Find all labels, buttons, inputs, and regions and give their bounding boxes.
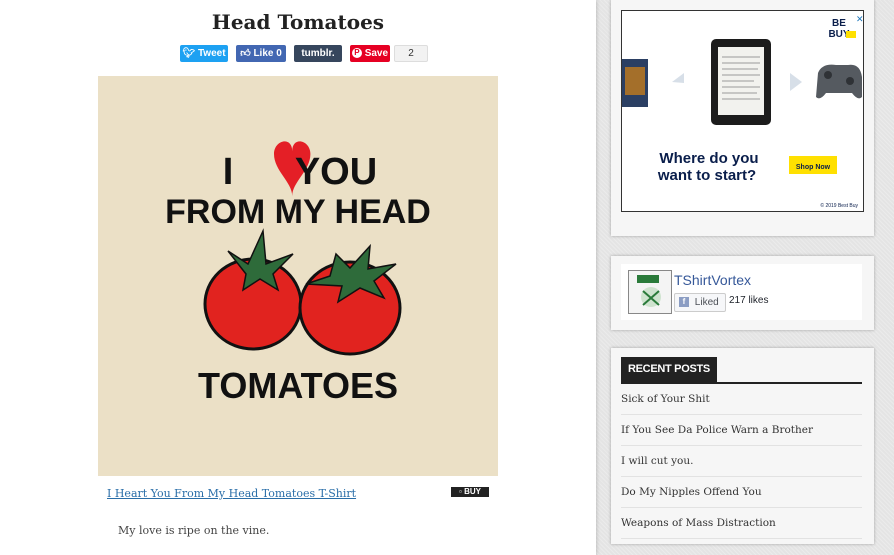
tweet-label: Tweet bbox=[197, 48, 226, 59]
art-line1-i: I bbox=[223, 151, 234, 193]
ad-widget: BE BUY ✕ Where do you want to start? Sho… bbox=[611, 0, 874, 236]
game-controller-image bbox=[816, 64, 862, 99]
thumbs-up-icon: 👍︎ bbox=[240, 48, 251, 59]
recent-posts-list: Sick of Your Shit If You See Da Police W… bbox=[621, 384, 862, 539]
page-name-link[interactable]: TShirtVortex bbox=[674, 272, 751, 288]
shop-now-label: Shop Now bbox=[796, 164, 831, 171]
ad-close-icon: ✕ bbox=[856, 14, 863, 24]
art-line1-you: YOU bbox=[295, 151, 377, 193]
tweet-button[interactable]: 🐦︎ Tweet bbox=[180, 45, 228, 62]
ad-headline-1: Where do you bbox=[659, 150, 758, 167]
avatar-image bbox=[637, 275, 661, 307]
recent-post-link[interactable]: Weapons of Mass Distraction bbox=[621, 508, 862, 539]
pin-count: 2 bbox=[394, 45, 428, 62]
carousel-right-icon bbox=[790, 73, 802, 91]
ad-headline-2: want to start? bbox=[657, 167, 756, 184]
pinterest-save-button[interactable]: P Save bbox=[350, 45, 390, 62]
pinterest-icon: P bbox=[351, 48, 362, 59]
recent-post-link[interactable]: I will cut you. bbox=[621, 446, 862, 477]
post-description: My love is ripe on the vine. bbox=[118, 524, 270, 537]
recent-posts-widget: RECENT POSTS Sick of Your Shit If You Se… bbox=[611, 348, 874, 544]
tumblr-button[interactable]: tumblr. bbox=[294, 45, 342, 62]
art-line2: FROM MY HEAD bbox=[165, 193, 431, 231]
like-label: Like 0 bbox=[253, 48, 282, 59]
carousel-left-icon bbox=[672, 73, 684, 83]
likes-count: 217 likes bbox=[729, 295, 769, 306]
facebook-widget: TShirtVortex f Liked 217 likes bbox=[611, 256, 874, 330]
cart-icon: ▫︎ bbox=[459, 487, 462, 496]
best-buy-ad[interactable]: BE BUY ✕ Where do you want to start? Sho… bbox=[621, 10, 864, 212]
tomatoes-artwork: I YOU FROM MY HEAD TOMATOES bbox=[165, 141, 431, 406]
recent-post-link[interactable]: Sick of Your Shit bbox=[621, 384, 862, 415]
post-column: Head Tomatoes 🐦︎ Tweet 👍︎ Like 0 tumblr.… bbox=[0, 0, 596, 555]
twitter-bird-icon: 🐦︎ bbox=[182, 48, 196, 59]
recent-posts-heading: RECENT POSTS bbox=[621, 357, 717, 382]
product-link[interactable]: I Heart You From My Head Tomatoes T-Shir… bbox=[107, 487, 356, 500]
liked-label: Liked bbox=[694, 297, 719, 308]
recent-post-link[interactable]: Do My Nipples Offend You bbox=[621, 477, 862, 508]
save-label: Save bbox=[364, 48, 389, 59]
recent-post-link[interactable]: If You See Da Police Warn a Brother bbox=[621, 415, 862, 446]
facebook-page-box: TShirtVortex f Liked 217 likes bbox=[621, 264, 862, 320]
ad-copyright: © 2019 Best Buy bbox=[820, 202, 858, 209]
buy-label: BUY bbox=[464, 487, 481, 496]
liked-button[interactable]: f Liked bbox=[674, 293, 726, 312]
facebook-icon: f bbox=[679, 297, 689, 308]
art-line3: TOMATOES bbox=[198, 365, 398, 406]
product-image[interactable]: I YOU FROM MY HEAD TOMATOES bbox=[98, 76, 498, 476]
page-avatar[interactable] bbox=[628, 270, 672, 314]
post-title: Head Tomatoes bbox=[211, 10, 385, 34]
buy-button[interactable]: ▫︎ BUY bbox=[451, 487, 489, 497]
brand-text-1: BE bbox=[832, 18, 846, 29]
facebook-like-button[interactable]: 👍︎ Like 0 bbox=[236, 45, 286, 62]
ad-graphic: BE BUY ✕ Where do you want to start? Sho… bbox=[622, 14, 864, 209]
